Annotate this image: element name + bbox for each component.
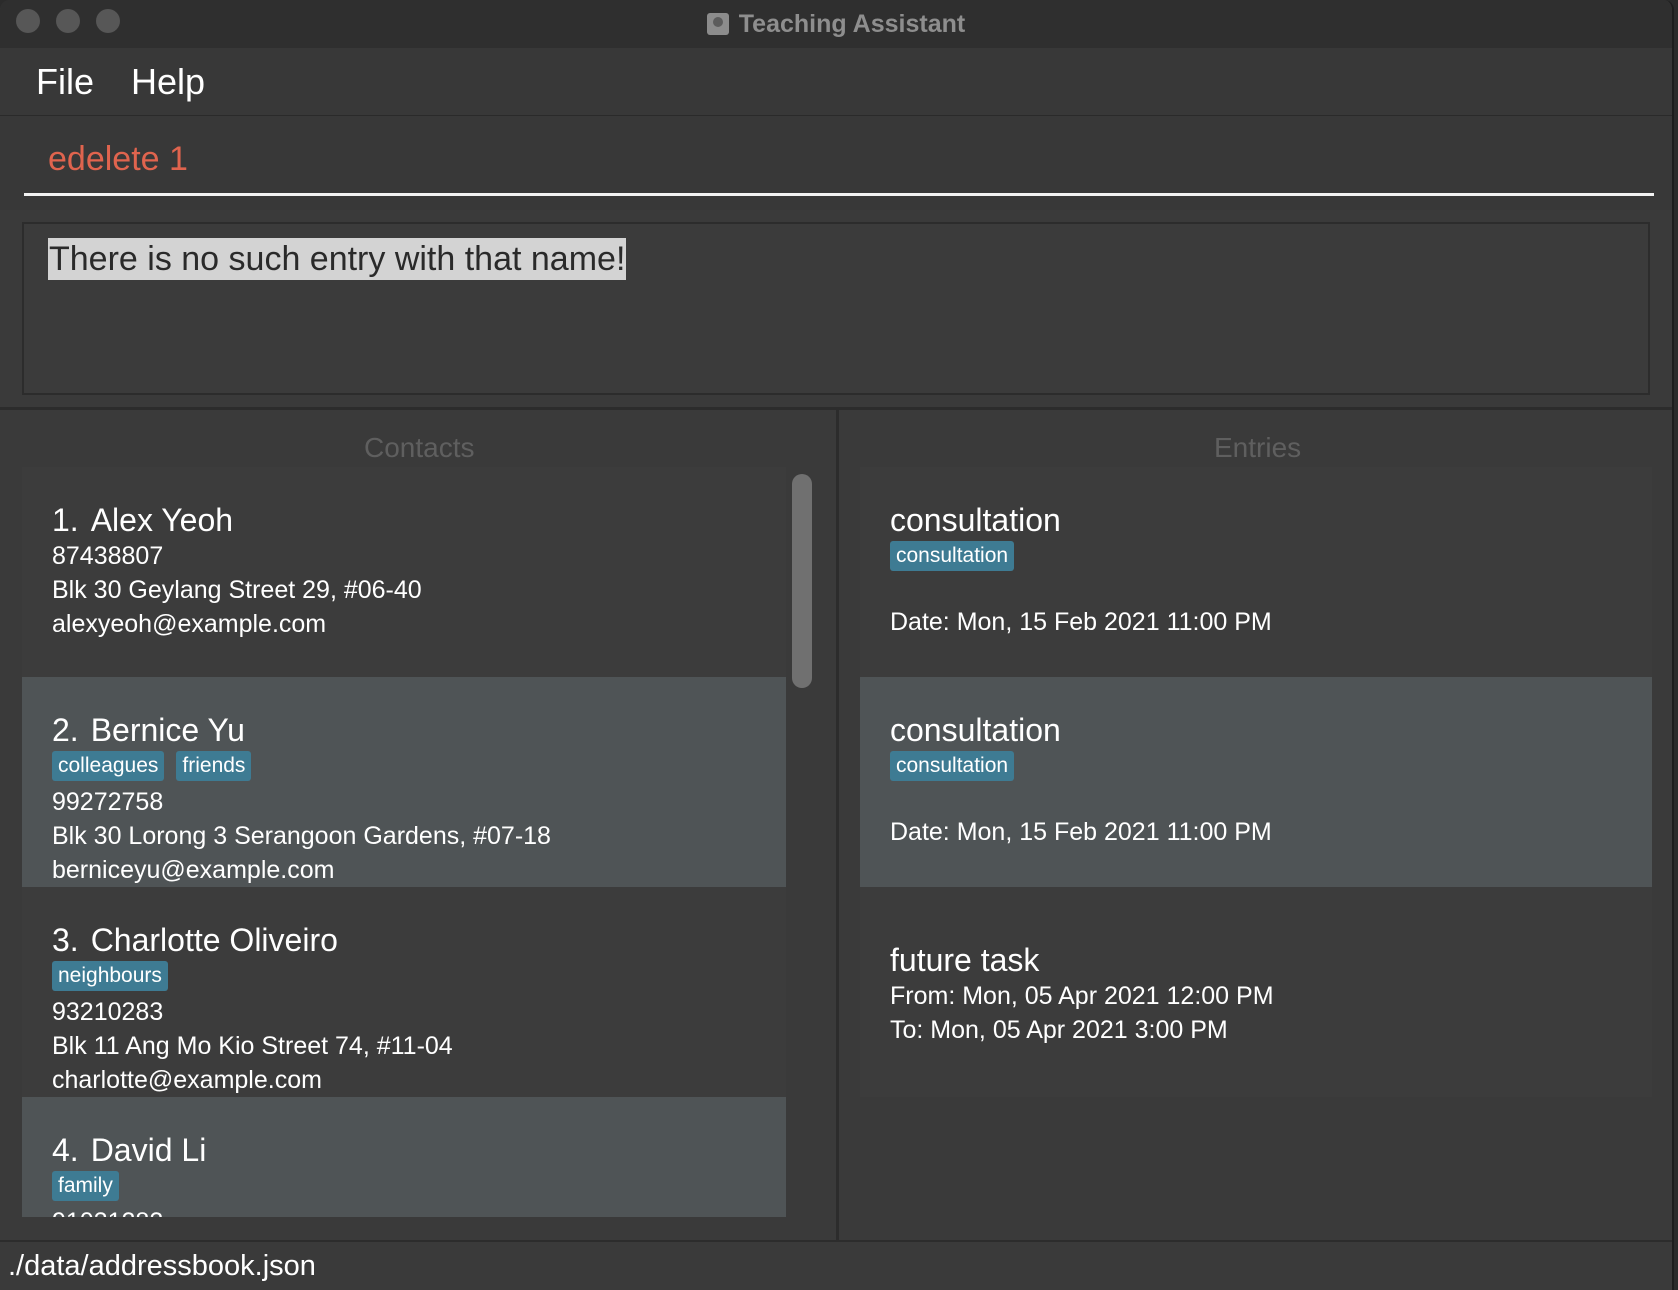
contacts-panel-title: Contacts [364, 432, 475, 463]
entry-to: To: Mon, 05 Apr 2021 3:00 PM [890, 1016, 1228, 1044]
menu-help[interactable]: Help [131, 61, 205, 103]
entry-name: consultation [890, 502, 1061, 538]
contact-name: Alex Yeoh [90, 502, 234, 538]
window-title: Teaching Assistant [738, 9, 966, 38]
title-bar: Teaching Assistant [0, 0, 1672, 49]
contact-name: David Li [90, 1132, 207, 1168]
entry-name: consultation [890, 712, 1061, 748]
tag-badge: colleagues [52, 751, 165, 781]
tag-badge: friends [176, 751, 252, 781]
entry-date: Date: Mon, 15 Feb 2021 11:00 PM [890, 818, 1272, 846]
contact-phone: 91031282 [52, 1205, 786, 1217]
result-message: There is no such entry with that name! [48, 238, 627, 280]
contact-address: Blk 11 Ang Mo Kio Street 74, #11-04 [52, 1032, 453, 1060]
entries-panel-title: Entries [1214, 432, 1302, 463]
entry-card[interactable]: consultation consultation Date: Mon, 15 … [860, 677, 1652, 887]
tag-badge: neighbours [52, 961, 168, 991]
contact-index: 2. [52, 712, 79, 748]
contact-card[interactable]: 4. David Li family 91031282 [22, 1097, 786, 1217]
menu-file[interactable]: File [36, 61, 94, 103]
contact-name: Charlotte Oliveiro [90, 922, 338, 958]
app-window: Teaching Assistant File Help edelete 1 T… [0, 0, 1674, 1290]
entries-list[interactable]: consultation consultation Date: Mon, 15 … [860, 467, 1652, 1217]
contact-card[interactable]: 1. Alex Yeoh 87438807 Blk 30 Geylang Stre… [22, 467, 786, 677]
contact-phone: 99272758 [52, 788, 164, 816]
contact-address: Blk 30 Geylang Street 29, #06-40 [52, 576, 422, 604]
contacts-list[interactable]: 1. Alex Yeoh 87438807 Blk 30 Geylang Stre… [22, 467, 786, 1217]
tag-badge: consultation [890, 541, 1015, 571]
status-bar: ./data/addressbook.json [0, 1240, 1672, 1290]
contact-email: charlotte@example.com [52, 1066, 322, 1094]
result-display: There is no such entry with that name! [22, 222, 1650, 395]
entry-from: From: Mon, 05 Apr 2021 12:00 PM [890, 982, 1274, 1010]
contact-email: alexyeoh@example.com [52, 610, 327, 638]
tag-badge: consultation [890, 751, 1015, 781]
contact-index: 3. [52, 922, 79, 958]
entry-card[interactable]: consultation consultation Date: Mon, 15 … [860, 467, 1652, 677]
split-divider[interactable] [836, 410, 839, 1240]
entry-card[interactable]: future task From: Mon, 05 Apr 2021 12:00… [860, 887, 1652, 1097]
tag-badge: family [52, 1171, 119, 1201]
contact-email: berniceyu@example.com [52, 856, 335, 884]
contacts-scrollbar[interactable] [792, 474, 812, 688]
entry-name: future task [890, 942, 1040, 978]
command-box[interactable]: edelete 1 [0, 116, 1672, 210]
save-location: ./data/addressbook.json [8, 1250, 316, 1282]
command-underline [24, 193, 1654, 196]
contact-phone: 93210283 [52, 998, 164, 1026]
contact-index: 4. [52, 1132, 79, 1168]
contact-address: Blk 30 Lorong 3 Serangoon Gardens, #07-1… [52, 822, 551, 850]
app-icon [706, 13, 729, 35]
contact-phone: 87438807 [52, 542, 164, 570]
menu-bar: File Help [0, 48, 1672, 116]
entry-date: Date: Mon, 15 Feb 2021 11:00 PM [890, 608, 1272, 636]
contact-card[interactable]: 2. Bernice Yu colleagues friends 99272758 … [22, 677, 786, 887]
contact-card[interactable]: 3. Charlotte Oliveiro neighbours 93210283… [22, 887, 786, 1097]
contact-name: Bernice Yu [90, 712, 245, 748]
command-input[interactable]: edelete 1 [48, 140, 188, 179]
contact-index: 1. [52, 502, 79, 538]
